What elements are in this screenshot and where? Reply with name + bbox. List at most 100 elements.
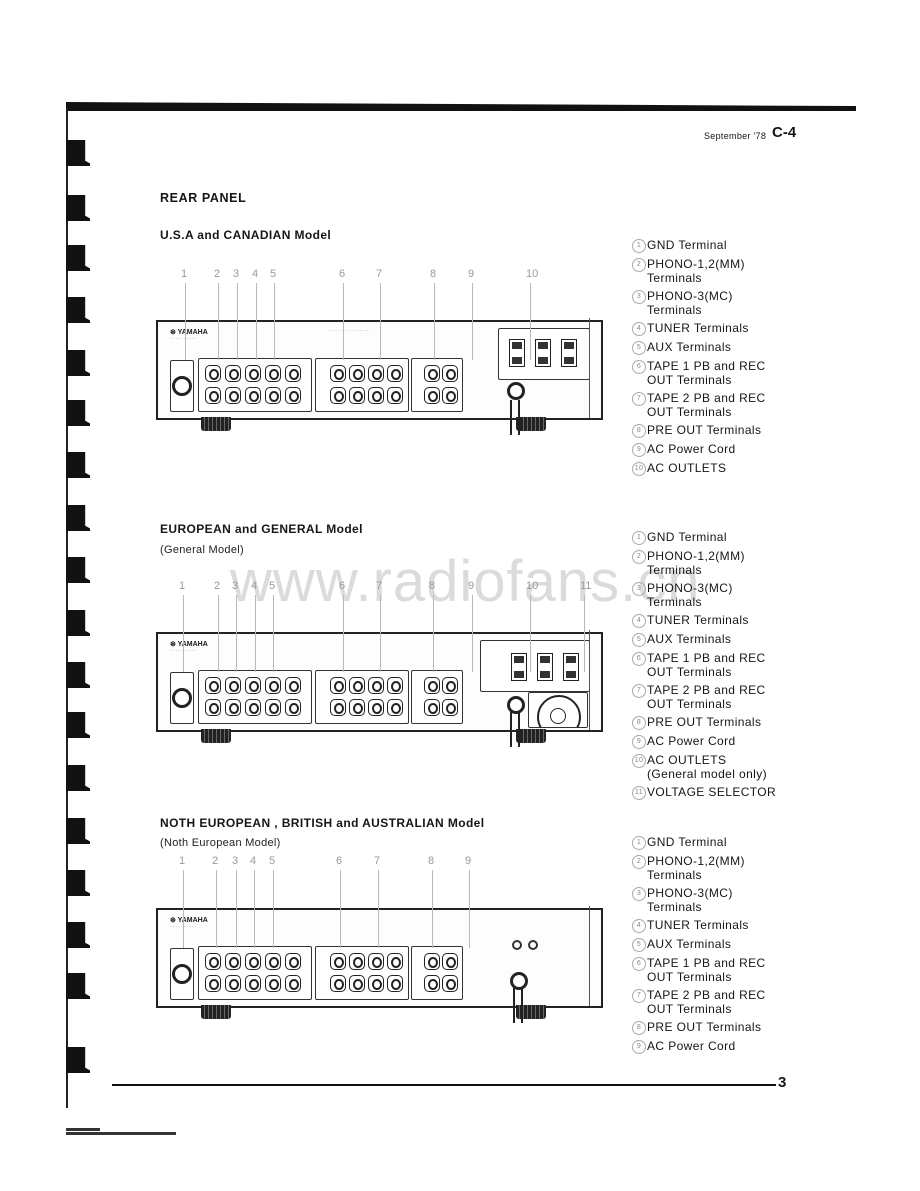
callout-number: 5 [270,268,277,280]
leader-line [183,870,184,948]
callout-number-badge: 6 [632,957,646,971]
binder-tab [66,350,90,376]
legend-text: PHONO-1,2(MM) Terminals [647,854,745,882]
pre-out-terminals [411,358,463,412]
leader-line [472,283,473,360]
rca-jack-icon [387,387,403,404]
input-terminals [198,358,312,412]
legend-item: 5 AUX Terminals [632,340,832,355]
callout-number: 8 [429,580,436,592]
ac-outlets [480,640,590,692]
amplifier-foot [201,729,231,743]
warning-label: · · · · · · · · · · · · · · · · · · [328,328,371,333]
rca-jack-icon [245,677,261,694]
legend-text: TUNER Terminals [647,321,749,335]
rca-jack-icon [349,699,365,716]
legend-item: 10 AC OUTLETS [632,461,832,476]
rca-jack-icon [245,387,261,404]
ac-outlets [498,328,590,380]
amplifier-foot [516,729,546,743]
binder-tab [66,922,90,948]
callout-number: 4 [251,580,258,592]
spec-label: · · · · · · · · · · [170,924,197,929]
legend-item: 6 TAPE 1 PB and REC OUT Terminals [632,956,832,984]
binder-tab [66,662,90,688]
rca-jack-icon [205,365,221,382]
gnd-knob-icon [172,688,192,708]
callout-number-badge: 3 [632,582,646,596]
rca-jack-icon [442,365,458,382]
header-code: C-4 [772,124,797,141]
callout-number: 3 [232,580,239,592]
rca-jack-icon [265,953,281,970]
callout-number: 6 [339,580,346,592]
rca-jack-icon [330,677,346,694]
binder-tab [66,400,90,426]
legend-item: 4 TUNER Terminals [632,321,832,336]
input-terminals [198,946,312,1000]
callout-number-badge: 2 [632,258,646,272]
binder-tab [66,452,90,478]
page-title: REAR PANEL [160,191,247,205]
legend-item: 10 AC OUTLETS (General model only) [632,753,832,781]
rca-jack-icon [387,365,403,382]
callout-number: 3 [232,855,239,867]
callout-number-badge: 10 [632,754,646,768]
power-cord [510,400,520,435]
leader-line [343,283,344,360]
rca-jack-icon [368,365,384,382]
leader-line [530,283,531,360]
callout-number-badge: 1 [632,531,646,545]
leader-line [237,283,238,360]
ac-outlet-icon [509,339,525,367]
rca-jack-icon [349,387,365,404]
rca-jack-icon [442,677,458,694]
legend-item: 11 VOLTAGE SELECTOR [632,785,832,800]
rca-jack-icon [424,975,440,992]
rca-jack-icon [368,699,384,716]
legend-item: 7 TAPE 2 PB and REC OUT Terminals [632,391,832,419]
rca-jack-icon [349,677,365,694]
rca-jack-icon [349,975,365,992]
rca-jack-icon [387,975,403,992]
top-border-rule [66,102,856,111]
callout-number: 8 [428,855,435,867]
legend-item: 8 PRE OUT Terminals [632,1020,832,1035]
callout-number: 1 [179,580,186,592]
gnd-terminal [170,360,194,412]
rca-jack-icon [368,975,384,992]
leader-line [273,870,274,948]
legend-item: 2 PHONO-1,2(MM) Terminals [632,549,832,577]
tape-terminals [315,358,409,412]
leader-line [185,283,186,360]
callout-number-badge: 6 [632,360,646,374]
tape-terminals [315,670,409,724]
ac-outlet-icon [561,339,577,367]
bottom-stub [66,1128,100,1131]
legend-text: GND Terminal [647,238,727,252]
watermark: www.radiofans.cn [230,549,701,614]
rca-jack-icon [205,387,221,404]
callout-number-badge: 2 [632,550,646,564]
binder-tab [66,195,90,221]
amplifier-foot [516,417,546,431]
rca-jack-icon [424,953,440,970]
bottom-rule [112,1084,776,1086]
panel-bevel [589,318,602,418]
callout-number: 9 [468,268,475,280]
leader-line [236,595,237,672]
power-cord-grommet [507,382,525,400]
binder-tab [66,505,90,531]
legend-item: 9 AC Power Cord [632,734,832,749]
leader-line [343,595,344,672]
callout-number: 3 [233,268,240,280]
rca-jack-icon [285,699,301,716]
leader-line [255,595,256,672]
leader-line [273,595,274,672]
callout-number-badge: 3 [632,887,646,901]
section-title: EUROPEAN and GENERAL Model [160,522,363,536]
binder-tab [66,712,90,738]
gnd-knob-icon [172,376,192,396]
legend-text: VOLTAGE SELECTOR [647,785,777,799]
callout-number: 10 [526,268,539,280]
